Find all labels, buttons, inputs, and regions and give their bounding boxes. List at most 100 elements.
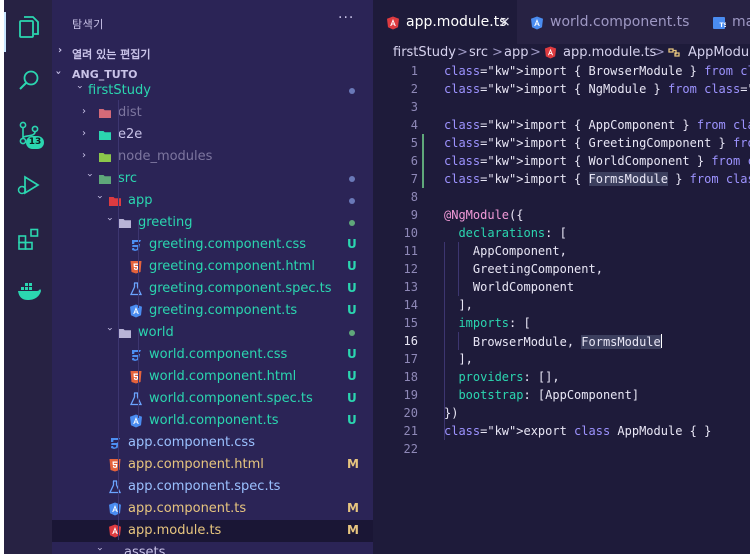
tree-file[interactable]: greeting.component.html U xyxy=(52,256,373,278)
line-number: 10 xyxy=(403,226,418,240)
code-editor[interactable]: 1 class="kw">import { BrowserModule } fro… xyxy=(373,62,750,554)
code-line[interactable]: 8 xyxy=(373,188,750,206)
code-line[interactable]: 9 @NgModule({ xyxy=(373,206,750,224)
search-icon[interactable] xyxy=(16,68,42,94)
activity-bar: 13 xyxy=(4,0,52,554)
node-modules-icon xyxy=(98,150,112,164)
angular-icon xyxy=(544,46,557,59)
tree-file[interactable]: greeting.component.css U xyxy=(52,234,373,256)
code-line[interactable]: 20}) xyxy=(373,404,750,422)
breadcrumb: firstStudy > src > app > app.module.ts >… xyxy=(373,44,750,62)
code-text: imports: [ xyxy=(458,316,531,330)
tree-item-label: app.component.ts xyxy=(128,501,247,516)
code-line[interactable]: 5 class="kw">import { GreetingComponent }… xyxy=(373,134,750,152)
code-line[interactable]: 11 AppComponent, xyxy=(373,242,750,260)
chevron-down-icon: › xyxy=(104,217,115,221)
line-number: 7 xyxy=(410,172,418,186)
css-file-icon xyxy=(129,238,143,252)
breadcrumb-item[interactable]: app xyxy=(504,45,528,60)
breadcrumb-item[interactable]: app.module.ts xyxy=(563,45,656,60)
code-line[interactable]: 18 providers: [], xyxy=(373,368,750,386)
tree-folder[interactable]: › e2e xyxy=(52,124,373,146)
code-line[interactable]: 7 class="kw">import { FormsModule } from … xyxy=(373,170,750,188)
tree-file[interactable]: greeting.component.ts U xyxy=(52,300,373,322)
indent-guide xyxy=(118,100,119,540)
typescript-icon: TS xyxy=(712,16,726,30)
breadcrumb-item[interactable]: src xyxy=(469,45,488,60)
tab-bar: app.module.ts × world.component.ts TS ma xyxy=(373,0,750,44)
code-line[interactable]: 12 GreetingComponent, xyxy=(373,260,750,278)
extensions-icon[interactable] xyxy=(16,226,42,252)
files-icon[interactable] xyxy=(16,14,42,40)
open-editors-section[interactable]: › 열려 있는 편집기 xyxy=(52,42,373,64)
code-line[interactable]: 21 class="kw">export class AppModule { } xyxy=(373,422,750,440)
line-number: 8 xyxy=(410,190,418,204)
tree-file[interactable]: app.module.ts M xyxy=(52,520,373,542)
breadcrumb-item[interactable]: AppModule xyxy=(688,45,750,60)
close-icon[interactable]: × xyxy=(499,14,511,30)
git-status-badge: U xyxy=(347,369,357,383)
angular-icon xyxy=(108,524,122,538)
tree-file[interactable]: world.component.spec.ts U xyxy=(52,388,373,410)
editor-group: app.module.ts × world.component.ts TS ma… xyxy=(373,0,750,554)
code-line[interactable]: 14 ], xyxy=(373,296,750,314)
docker-icon[interactable] xyxy=(16,278,42,304)
run-debug-icon[interactable] xyxy=(16,172,42,198)
tree-folder[interactable]: › firstStudy xyxy=(52,80,373,102)
chevron-right-icon: › xyxy=(82,150,86,161)
git-status-badge: M xyxy=(347,457,359,471)
css-file-icon xyxy=(129,348,143,362)
breadcrumb-separator: > xyxy=(492,45,503,60)
line-number: 15 xyxy=(403,316,418,330)
code-line[interactable]: 3 xyxy=(373,98,750,116)
tab-ma[interactable]: TS ma xyxy=(699,0,750,44)
code-line[interactable]: 4 class="kw">import { AppComponent } from… xyxy=(373,116,750,134)
tab-label: app.module.ts xyxy=(406,14,507,30)
tree-folder[interactable]: › world xyxy=(52,322,373,344)
line-number: 1 xyxy=(410,64,418,78)
code-line[interactable]: 19 bootstrap: [AppComponent] xyxy=(373,386,750,404)
tree-file[interactable]: world.component.css U xyxy=(52,344,373,366)
html-file-icon xyxy=(129,260,143,274)
tree-folder[interactable]: › app xyxy=(52,190,373,212)
more-actions-button[interactable]: ··· xyxy=(338,10,354,26)
git-status-badge: M xyxy=(347,523,359,537)
tree-file[interactable]: app.component.ts M xyxy=(52,498,373,520)
tree-folder[interactable]: › greeting xyxy=(52,212,373,234)
tree-folder[interactable]: › dist xyxy=(52,102,373,124)
line-number: 11 xyxy=(403,244,418,258)
tab-app-module[interactable]: app.module.ts × xyxy=(373,0,517,44)
code-line[interactable]: 6 class="kw">import { WorldComponent } fr… xyxy=(373,152,750,170)
tree-file[interactable]: world.component.html U xyxy=(52,366,373,388)
tree-item-label: app.component.spec.ts xyxy=(128,479,281,494)
code-line[interactable]: 1 class="kw">import { BrowserModule } fro… xyxy=(373,62,750,80)
breadcrumb-separator: > xyxy=(457,45,468,60)
tree-folder[interactable]: › assets xyxy=(52,542,373,554)
line-number: 17 xyxy=(403,352,418,366)
open-editors-label: 열려 있는 편집기 xyxy=(72,48,151,61)
code-line[interactable]: 15 imports: [ xyxy=(373,314,750,332)
code-line[interactable]: 2 class="kw">import { NgModule } from cla… xyxy=(373,80,750,98)
tree-folder[interactable]: › src xyxy=(52,168,373,190)
breadcrumb-item[interactable]: firstStudy xyxy=(393,45,456,60)
tree-file[interactable]: greeting.component.spec.ts U xyxy=(52,278,373,300)
code-text: AppComponent, xyxy=(444,244,567,258)
code-line[interactable]: 16 BrowserModule, FormsModule xyxy=(373,332,750,350)
tree-file[interactable]: app.component.spec.ts xyxy=(52,476,373,498)
git-status-badge: M xyxy=(347,501,359,515)
code-text: @NgModule({ xyxy=(444,208,524,222)
code-line[interactable]: 17 ], xyxy=(373,350,750,368)
tree-folder[interactable]: › node_modules xyxy=(52,146,373,168)
chevron-down-icon: › xyxy=(52,70,64,75)
code-line[interactable]: 22 xyxy=(373,440,750,458)
tree-file[interactable]: world.component.ts U xyxy=(52,410,373,432)
chevron-down-icon: › xyxy=(84,173,95,177)
explorer-title: 탐색기 xyxy=(72,18,104,31)
tree-file[interactable]: app.component.html M xyxy=(52,454,373,476)
tree-file[interactable]: app.component.css xyxy=(52,432,373,454)
code-text: WorldComponent xyxy=(444,280,575,294)
code-line[interactable]: 13 WorldComponent xyxy=(373,278,750,296)
code-text: GreetingComponent, xyxy=(444,262,603,276)
code-line[interactable]: 10 declarations: [ xyxy=(373,224,750,242)
tab-world-component[interactable]: world.component.ts xyxy=(517,0,699,44)
